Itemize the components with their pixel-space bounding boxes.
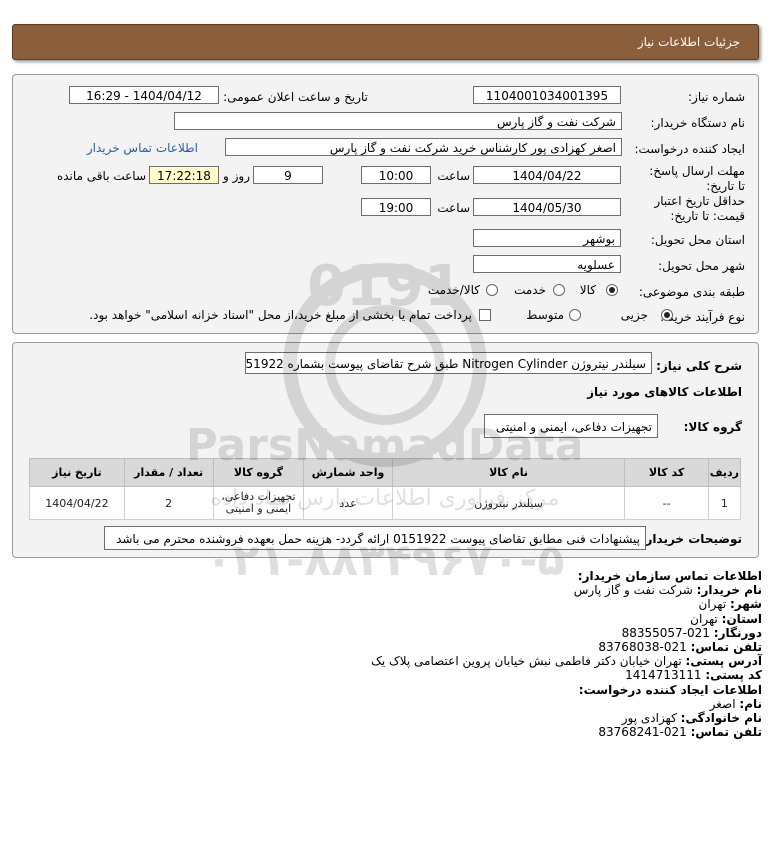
col-unit-header: واحد شمارش bbox=[303, 458, 393, 487]
creator-contact-title: اطلاعات ایجاد کننده درخواست: bbox=[578, 682, 762, 697]
process-minor-label: جزیی bbox=[620, 308, 648, 322]
col-date-header: تاریخ نیاز bbox=[29, 458, 125, 487]
process-label: نوع فرآیند خرید : bbox=[660, 310, 745, 324]
contact-section: اطلاعات تماس سازمان خریدار: نام خریدار: … bbox=[371, 569, 762, 739]
buyer-notes-label: توضیحات خریدار: bbox=[640, 532, 742, 546]
category-service-label: خدمت bbox=[514, 283, 546, 297]
need-desc-label: شرح کلی نیاز: bbox=[656, 359, 742, 373]
items-title: اطلاعات کالاهای مورد نیاز bbox=[587, 385, 742, 399]
col-code-header: کد کالا bbox=[624, 458, 709, 487]
buyer-org-field: شرکت نفت و گاز پارس bbox=[174, 112, 622, 130]
col-name-header: نام کالا bbox=[391, 458, 626, 487]
items-table: ردیف کد کالا نام کالا واحد شمارش گروه کا… bbox=[29, 458, 742, 520]
payment-note: پرداخت تمام یا بخشی از مبلغ خرید،از محل … bbox=[89, 308, 472, 322]
need-number-label: شماره نیاز: bbox=[688, 90, 745, 104]
category-goods-service-radio[interactable] bbox=[486, 284, 498, 296]
city-field: عسلویه bbox=[473, 255, 621, 273]
cell-row: 1 bbox=[707, 486, 742, 520]
col-row-header: ردیف bbox=[707, 458, 742, 487]
deadline-date-field: 1404/04/22 bbox=[473, 166, 621, 184]
category-label: طبقه بندی موضوعی: bbox=[638, 285, 745, 299]
province-line: استان: تهران bbox=[690, 611, 762, 626]
col-qty-header: تعداد / مقدار bbox=[123, 458, 214, 487]
cell-group: تجهیزات دفاعی، ایمنی و امنیتی bbox=[212, 486, 305, 520]
buyer-org-label: نام دستگاه خریدار: bbox=[650, 116, 746, 130]
validity-hour-label: ساعت bbox=[437, 201, 470, 215]
category-goods-service-label: کالا/خدمت bbox=[427, 283, 480, 297]
deadline-time-field: 10:00 bbox=[361, 166, 431, 184]
cell-code: -- bbox=[624, 486, 709, 520]
creator-label: ایجاد کننده درخواست: bbox=[634, 142, 745, 156]
deadline-hour-label: ساعت bbox=[437, 169, 470, 183]
province-field: بوشهر bbox=[473, 229, 621, 247]
contact-buyer-link[interactable]: اطلاعات تماس خریدار bbox=[87, 141, 198, 155]
category-goods-label: کالا bbox=[579, 283, 596, 297]
category-service-radio[interactable] bbox=[553, 284, 565, 296]
remaining-time-field: 17:22:18 bbox=[149, 166, 219, 184]
city-line: شهر: تهران bbox=[698, 597, 762, 612]
days-label: روز و bbox=[223, 169, 250, 183]
postal-line: کد پستی: 1414713111 bbox=[625, 668, 762, 683]
page-title: جزئیات اطلاعات نیاز bbox=[637, 35, 740, 49]
process-medium-label: متوسط bbox=[526, 308, 564, 322]
col-group-header: گروه کالا bbox=[212, 458, 305, 487]
last-name-line: نام خانوادگی: کهزادی پور bbox=[621, 711, 762, 726]
buyer-name-line: نام خریدار: شرکت نفت و گاز پارس bbox=[573, 583, 762, 598]
process-medium-radio[interactable] bbox=[569, 309, 581, 321]
phone-line: تلفن تماس: 021-83768038 bbox=[598, 640, 762, 655]
treasury-checkbox[interactable] bbox=[479, 309, 491, 321]
page-header: جزئیات اطلاعات نیاز bbox=[12, 24, 759, 60]
org-contact-title: اطلاعات تماس سازمان خریدار: bbox=[577, 569, 762, 583]
process-minor-radio[interactable] bbox=[661, 309, 673, 321]
remaining-label: ساعت باقی مانده bbox=[56, 169, 146, 183]
cell-name: سیلندر نیتروژن bbox=[391, 486, 626, 520]
need-desc-field: سیلندر نیتروژن Nitrogen Cylinder طبق شرح… bbox=[245, 352, 652, 374]
buyer-notes-field: پیشنهادات فنی مطابق تقاضای پیوست 0151922… bbox=[104, 526, 646, 550]
city-label: شهر محل تحویل: bbox=[658, 259, 745, 273]
table-header-row: ردیف کد کالا نام کالا واحد شمارش گروه کا… bbox=[29, 458, 742, 487]
cell-qty: 2 bbox=[123, 486, 214, 520]
announce-label: تاریخ و ساعت اعلان عمومی: bbox=[223, 90, 368, 104]
table-row: 1 -- سیلندر نیتروژن عدد تجهیزات دفاعی، ا… bbox=[29, 486, 742, 520]
days-field: 9 bbox=[253, 166, 323, 184]
deadline-label: مهلت ارسال پاسخ: تا تاریخ: bbox=[649, 164, 745, 193]
creator-phone-line: تلفن تماس: 021-83768241 bbox=[598, 725, 762, 740]
validity-label: حداقل تاریخ اعتبار قیمت: تا تاریخ: bbox=[654, 194, 745, 223]
province-label: استان محل تحویل: bbox=[650, 233, 745, 247]
announce-field: 1404/04/12 - 16:29 bbox=[69, 86, 219, 104]
cell-date: 1404/04/22 bbox=[29, 486, 125, 520]
need-number-field: 1104001034001395 bbox=[473, 86, 621, 104]
validity-time-field: 19:00 bbox=[361, 198, 431, 216]
cell-unit: عدد bbox=[303, 486, 393, 520]
creator-field: اصغر کهزادی پور کارشناس خرید شرکت نفت و … bbox=[225, 138, 622, 156]
group-field: تجهیزات دفاعی، ایمنی و امنیتی bbox=[484, 414, 658, 438]
address-line: آدرس پستی: تهران خیابان دکتر فاطمی نبش خ… bbox=[371, 654, 762, 669]
fax-line: دورنگار: 021-88355057 bbox=[621, 625, 762, 640]
category-goods-radio[interactable] bbox=[606, 284, 618, 296]
first-name-line: نام: اصغر bbox=[709, 696, 762, 711]
group-label: گروه کالا: bbox=[683, 420, 742, 434]
validity-date-field: 1404/05/30 bbox=[473, 198, 621, 216]
